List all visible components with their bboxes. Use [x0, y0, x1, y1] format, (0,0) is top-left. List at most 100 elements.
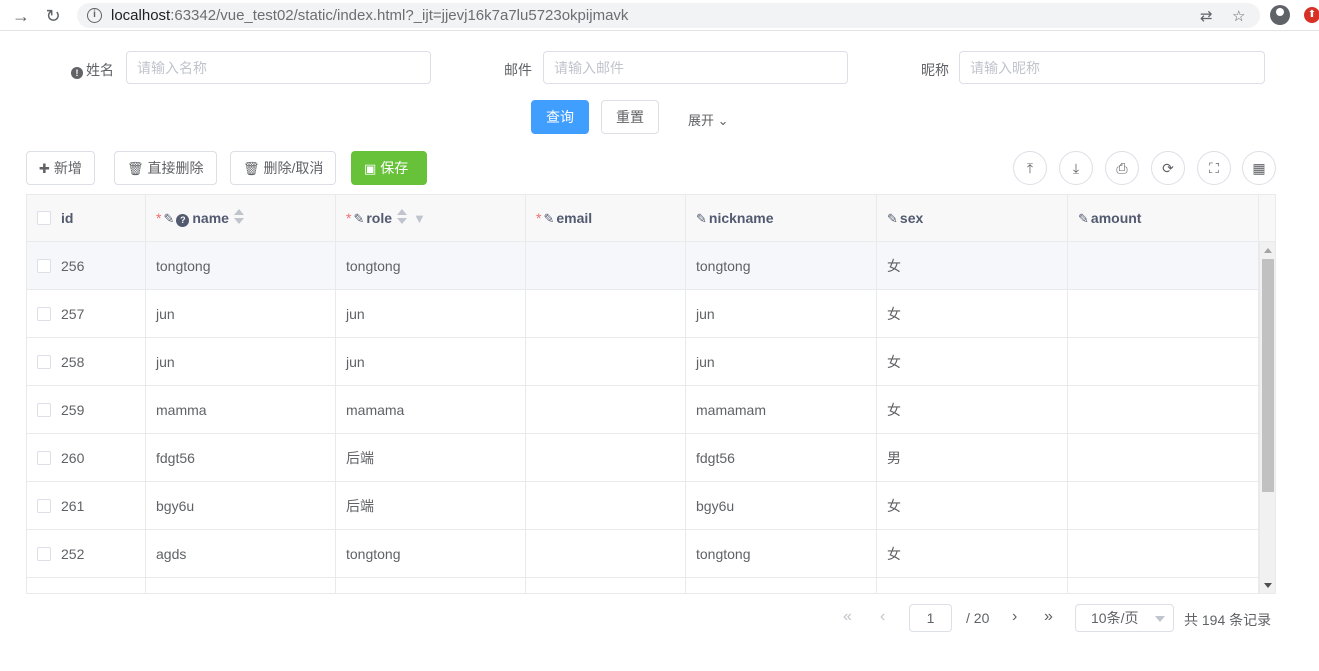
last-page-icon[interactable]: »	[1044, 608, 1053, 626]
table-row[interactable]: 258 jun jun jun 女	[27, 338, 1259, 386]
row-checkbox[interactable]	[37, 355, 51, 370]
vertical-scrollbar[interactable]	[1259, 242, 1275, 593]
cell-id[interactable]: 256	[27, 242, 146, 290]
cell-nickname[interactable]: jun	[686, 338, 877, 386]
delete-cancel-button[interactable]: 🗑 删除/取消	[230, 151, 337, 185]
row-checkbox[interactable]	[37, 307, 51, 322]
reload-icon[interactable]: ↻	[42, 5, 64, 27]
column-header-name[interactable]: * ✎? name	[146, 195, 336, 242]
forward-arrow-icon[interactable]: →	[10, 5, 32, 27]
cell-amount[interactable]	[1068, 338, 1259, 386]
cell-nickname[interactable]: tongtong	[686, 242, 877, 290]
site-info-icon[interactable]: i	[87, 8, 102, 23]
page-size-select[interactable]: 10条/页	[1075, 604, 1174, 632]
download-icon[interactable]: ⤓	[1059, 151, 1093, 185]
cell-name[interactable]: bgy6u	[146, 482, 336, 530]
cell-name[interactable]: mamma	[146, 386, 336, 434]
translate-icon[interactable]: ⇄	[1200, 7, 1213, 25]
delete-button[interactable]: 🗑 直接删除	[114, 151, 217, 185]
column-header-role[interactable]: * ✎ role ▼	[336, 195, 526, 242]
scroll-up-arrow-icon[interactable]	[1264, 248, 1272, 253]
cell-sex[interactable]: 女	[877, 290, 1068, 338]
cell-nickname[interactable]: fdgt56	[686, 434, 877, 482]
table-row[interactable]	[27, 578, 1259, 593]
url-text[interactable]: localhost:63342/vue_test02/static/index.…	[111, 7, 628, 24]
cell-sex[interactable]: 女	[877, 482, 1068, 530]
cell-email[interactable]	[526, 482, 686, 530]
cell-name[interactable]	[146, 578, 336, 593]
cell-email[interactable]	[526, 434, 686, 482]
row-checkbox[interactable]	[37, 403, 51, 418]
scroll-thumb[interactable]	[1262, 259, 1274, 492]
refresh-icon[interactable]: ⟳	[1151, 151, 1185, 185]
table-row[interactable]: 259 mamma mamama mamamam 女	[27, 386, 1259, 434]
cell-name[interactable]: agds	[146, 530, 336, 578]
profile-avatar-icon[interactable]	[1270, 5, 1290, 25]
email-input[interactable]	[543, 51, 848, 84]
cell-email[interactable]	[526, 338, 686, 386]
row-checkbox[interactable]	[37, 451, 51, 466]
column-header-email[interactable]: * ✎ email	[526, 195, 686, 242]
cell-name[interactable]: tongtong	[146, 242, 336, 290]
cell-nickname[interactable]	[686, 578, 877, 593]
column-header-sex[interactable]: ✎ sex	[877, 195, 1068, 242]
cell-email[interactable]	[526, 242, 686, 290]
cell-role[interactable]: 后端	[336, 434, 526, 482]
cell-nickname[interactable]: bgy6u	[686, 482, 877, 530]
cell-sex[interactable]: 女	[877, 530, 1068, 578]
column-header-id[interactable]: id	[27, 195, 146, 242]
fullscreen-icon[interactable]: ⛶	[1197, 151, 1231, 185]
cell-id[interactable]: 260	[27, 434, 146, 482]
cell-email[interactable]	[526, 530, 686, 578]
address-bar[interactable]: i localhost:63342/vue_test02/static/inde…	[77, 3, 1260, 28]
bookmark-star-icon[interactable]: ☆	[1232, 7, 1245, 25]
reset-button[interactable]: 重置	[601, 100, 659, 134]
cell-role[interactable]: 后端	[336, 482, 526, 530]
cell-amount[interactable]	[1068, 242, 1259, 290]
cell-id[interactable]: 258	[27, 338, 146, 386]
cell-name[interactable]: fdgt56	[146, 434, 336, 482]
table-row[interactable]: 260 fdgt56 后端 fdgt56 男	[27, 434, 1259, 482]
nickname-input[interactable]	[959, 51, 1265, 84]
cell-sex[interactable]: 女	[877, 242, 1068, 290]
name-input[interactable]	[126, 51, 431, 84]
cell-amount[interactable]	[1068, 434, 1259, 482]
next-page-icon[interactable]: ›	[1012, 608, 1017, 626]
cell-role[interactable]	[336, 578, 526, 593]
cell-role[interactable]: jun	[336, 338, 526, 386]
cell-amount[interactable]	[1068, 386, 1259, 434]
cell-id[interactable]: 257	[27, 290, 146, 338]
row-checkbox[interactable]	[37, 499, 51, 514]
cell-name[interactable]: jun	[146, 338, 336, 386]
cell-name[interactable]: jun	[146, 290, 336, 338]
first-page-icon[interactable]: «	[843, 608, 852, 626]
select-all-checkbox[interactable]	[37, 211, 51, 226]
cell-role[interactable]: jun	[336, 290, 526, 338]
table-row[interactable]: 261 bgy6u 后端 bgy6u 女	[27, 482, 1259, 530]
column-header-nickname[interactable]: ✎ nickname	[686, 195, 877, 242]
extension-icon[interactable]: ⬆	[1304, 7, 1319, 23]
cell-role[interactable]: tongtong	[336, 530, 526, 578]
cell-role[interactable]: tongtong	[336, 242, 526, 290]
cell-nickname[interactable]: jun	[686, 290, 877, 338]
cell-email[interactable]	[526, 290, 686, 338]
page-number-input[interactable]: 1	[909, 604, 952, 632]
print-icon[interactable]: ⎙	[1105, 151, 1139, 185]
table-row[interactable]: 257 jun jun jun 女	[27, 290, 1259, 338]
cell-id[interactable]: 259	[27, 386, 146, 434]
filter-icon[interactable]: ▼	[413, 196, 426, 242]
cell-amount[interactable]	[1068, 578, 1259, 593]
column-header-amount[interactable]: ✎ amount	[1068, 195, 1259, 242]
table-row[interactable]: 256 tongtong tongtong tongtong 女	[27, 242, 1259, 290]
add-button[interactable]: ✚ 新增	[26, 151, 95, 185]
help-icon[interactable]: ?	[176, 214, 190, 227]
cell-email[interactable]	[526, 578, 686, 593]
import-icon[interactable]: ⤒	[1013, 151, 1047, 185]
row-checkbox[interactable]	[37, 547, 51, 562]
cell-sex[interactable]	[877, 578, 1068, 593]
row-checkbox[interactable]	[37, 259, 51, 274]
cell-id[interactable]: 252	[27, 530, 146, 578]
column-settings-icon[interactable]: ▦	[1242, 151, 1276, 185]
prev-page-icon[interactable]: ‹	[880, 608, 885, 626]
cell-role[interactable]: mamama	[336, 386, 526, 434]
